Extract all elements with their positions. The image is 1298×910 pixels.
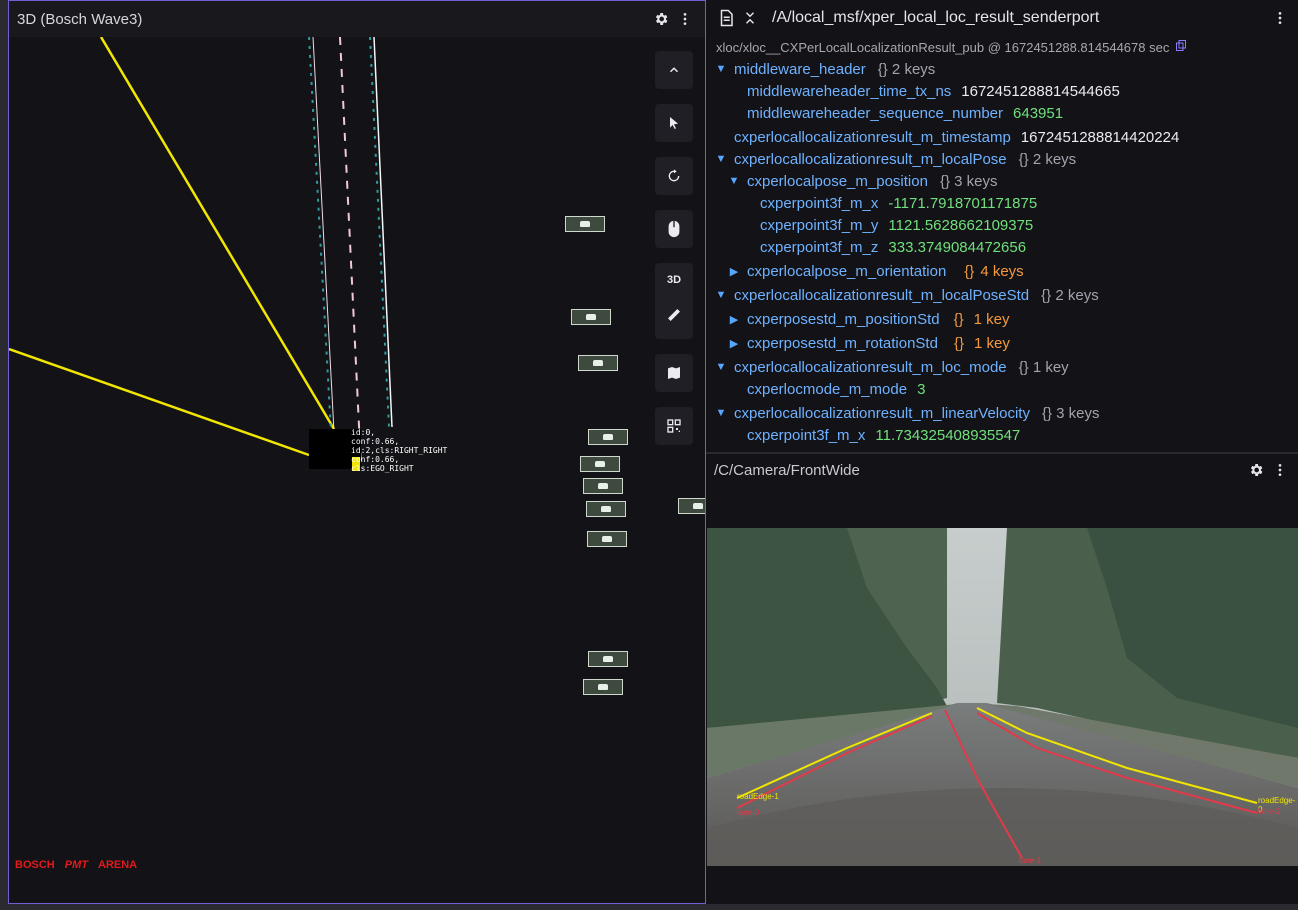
car-icon bbox=[586, 314, 596, 320]
tree-row[interactable]: cxperpoint3f_m_x 11.734325408935547 bbox=[714, 424, 1298, 446]
camera-panel[interactable]: /C/Camera/FrontWide roadEdge-1 roadEdge-… bbox=[706, 454, 1298, 904]
message-datatype-timestamp: xloc/xloc__CXPerLocalLocalizationResult_… bbox=[716, 39, 1170, 55]
tree-row[interactable]: ▼ cxperlocallocalizationresult_m_localPo… bbox=[714, 148, 1298, 170]
chevron-up-icon[interactable] bbox=[655, 51, 693, 89]
tree-row[interactable]: ▼ cxperlocallocalizationresult_m_loc_mod… bbox=[714, 356, 1298, 378]
more-vert-icon[interactable] bbox=[673, 7, 697, 31]
3d-view-toolbar: 3D bbox=[655, 51, 693, 460]
camera-header: /C/Camera/FrontWide bbox=[706, 454, 1298, 486]
expand-down-icon[interactable]: ▼ bbox=[714, 63, 728, 75]
rotate-icon[interactable] bbox=[655, 157, 693, 195]
ruler-icon[interactable] bbox=[666, 307, 682, 328]
lane-line-right bbox=[369, 37, 390, 428]
document-icon[interactable] bbox=[714, 6, 738, 30]
raw-message-panel[interactable]: /A/local_msf/xper_local_loc_result_sende… bbox=[706, 0, 1298, 452]
detected-vehicle-box[interactable] bbox=[578, 355, 618, 371]
tree-row[interactable]: cxperpoint3f_m_x -1171.7918701171875 bbox=[714, 192, 1298, 214]
logo-strip: BOSCH PMT ARENA bbox=[15, 859, 137, 871]
tree-row[interactable]: cxperpoint3f_m_z 333.3749084472656 bbox=[714, 236, 1298, 258]
collapse-icon[interactable] bbox=[738, 6, 762, 30]
camera-scene-svg bbox=[707, 528, 1298, 866]
yellow-ray-upper bbox=[99, 37, 336, 430]
car-icon bbox=[580, 221, 590, 227]
car-icon bbox=[593, 360, 603, 366]
expand-down-icon[interactable]: ▼ bbox=[727, 175, 741, 187]
3d-panel-title: 3D (Bosch Wave3) bbox=[17, 10, 143, 28]
yellow-ray-lower bbox=[9, 347, 310, 457]
car-icon bbox=[601, 506, 611, 512]
road-edge-left-label: roadEdge-1 bbox=[737, 792, 779, 801]
tree-row[interactable]: ▶ cxperposestd_m_positionStd {} 1 key bbox=[714, 308, 1298, 330]
expand-down-icon[interactable]: ▼ bbox=[714, 407, 728, 419]
lane-line-left bbox=[308, 37, 332, 433]
expand-right-icon[interactable]: ▶ bbox=[727, 265, 741, 278]
tree-row[interactable]: ▼ middleware_header {} 2 keys bbox=[714, 58, 1298, 80]
pmt-logo: PMT bbox=[64, 859, 88, 871]
detected-vehicle-box[interactable] bbox=[583, 679, 623, 695]
expand-down-icon[interactable]: ▼ bbox=[714, 289, 728, 301]
detected-vehicle-box[interactable] bbox=[571, 309, 611, 325]
gear-icon[interactable] bbox=[649, 7, 673, 31]
3d-panel[interactable]: 3D (Bosch Wave3) id:0, conf:0.66, id:2,c… bbox=[8, 0, 706, 904]
camera-image[interactable]: roadEdge-1 roadEdge-0 lane-0 lane-2 lane… bbox=[707, 528, 1298, 866]
3d-ruler-group: 3D bbox=[655, 263, 693, 339]
car-icon bbox=[595, 461, 605, 467]
more-vert-icon[interactable] bbox=[1268, 458, 1292, 482]
raw-message-header: /A/local_msf/xper_local_loc_result_sende… bbox=[706, 0, 1298, 36]
car-icon bbox=[693, 503, 703, 509]
detected-vehicle-box[interactable] bbox=[588, 651, 628, 667]
lane-line-center bbox=[339, 37, 362, 468]
tree-row[interactable]: cxperlocallocalizationresult_m_timestamp… bbox=[714, 126, 1298, 148]
select-cursor-icon[interactable] bbox=[655, 104, 693, 142]
car-icon bbox=[602, 536, 612, 542]
gear-icon[interactable] bbox=[1244, 458, 1268, 482]
expand-right-icon[interactable]: ▶ bbox=[727, 313, 741, 326]
car-icon bbox=[603, 434, 613, 440]
ego-annotation-label: id:0, conf:0.66, id:2,cls:RIGHT_RIGHT co… bbox=[351, 428, 448, 473]
bosch-logo: BOSCH bbox=[15, 859, 55, 871]
3d-scene-canvas[interactable]: id:0, conf:0.66, id:2,cls:RIGHT_RIGHT co… bbox=[9, 37, 705, 903]
tree-row[interactable]: middlewareheader_sequence_number 643951 bbox=[714, 102, 1298, 124]
tree-row[interactable]: middlewareheader_time_tx_ns 167245128881… bbox=[714, 80, 1298, 102]
more-vert-icon[interactable] bbox=[1268, 6, 1292, 30]
expand-right-icon[interactable]: ▶ bbox=[727, 337, 741, 350]
detected-vehicle-box[interactable] bbox=[678, 498, 705, 514]
copy-icon[interactable] bbox=[1175, 39, 1187, 55]
lane-line-left-edge bbox=[312, 37, 335, 433]
detected-vehicle-box[interactable] bbox=[588, 429, 628, 445]
lane-left-label: lane-0 bbox=[737, 808, 760, 817]
detected-vehicle-box[interactable] bbox=[586, 501, 626, 517]
lane-center-label: lane-1 bbox=[1019, 856, 1042, 865]
expand-down-icon[interactable]: ▼ bbox=[714, 361, 728, 373]
tree-row[interactable]: ▶ cxperlocalpose_m_orientation {} 4 keys bbox=[714, 260, 1298, 282]
map-icon[interactable] bbox=[655, 354, 693, 392]
mouse-icon[interactable] bbox=[655, 210, 693, 248]
arena-logo: ARENA bbox=[97, 859, 138, 871]
bottom-strip bbox=[0, 904, 1298, 910]
3d-toggle[interactable]: 3D bbox=[667, 274, 681, 286]
car-icon bbox=[603, 656, 613, 662]
tree-row[interactable]: ▶ cxperposestd_m_rotationStd {} 1 key bbox=[714, 332, 1298, 354]
message-subtitle: xloc/xloc__CXPerLocalLocalizationResult_… bbox=[706, 36, 1298, 58]
tree-row[interactable]: cxperlocmode_m_mode 3 bbox=[714, 378, 1298, 400]
detected-vehicle-box[interactable] bbox=[565, 216, 605, 232]
app-root: 3D (Bosch Wave3) id:0, conf:0.66, id:2,c… bbox=[0, 0, 1298, 910]
tree-row[interactable]: ▼ cxperlocallocalizationresult_m_linearV… bbox=[714, 402, 1298, 424]
3d-panel-header: 3D (Bosch Wave3) bbox=[9, 1, 705, 37]
detected-vehicle-box[interactable] bbox=[587, 531, 627, 547]
camera-topic[interactable]: /C/Camera/FrontWide bbox=[714, 462, 1244, 479]
message-tree: ▼ middleware_header {} 2 keys middleware… bbox=[706, 58, 1298, 446]
tree-row[interactable]: ▼ cxperlocallocalizationresult_m_localPo… bbox=[714, 284, 1298, 306]
qr-icon[interactable] bbox=[655, 407, 693, 445]
tree-row[interactable]: ▼ cxperlocalpose_m_position {} 3 keys bbox=[714, 170, 1298, 192]
topic-path[interactable]: /A/local_msf/xper_local_loc_result_sende… bbox=[772, 9, 1268, 27]
expand-down-icon[interactable]: ▼ bbox=[714, 153, 728, 165]
car-icon bbox=[598, 684, 608, 690]
detected-vehicle-box[interactable] bbox=[580, 456, 620, 472]
tree-row[interactable]: cxperpoint3f_m_y 1121.5628662109375 bbox=[714, 214, 1298, 236]
detected-vehicle-box[interactable] bbox=[583, 478, 623, 494]
lane-right-label: lane-2 bbox=[1258, 807, 1281, 816]
car-icon bbox=[598, 483, 608, 489]
lane-line-right-edge bbox=[373, 37, 393, 428]
